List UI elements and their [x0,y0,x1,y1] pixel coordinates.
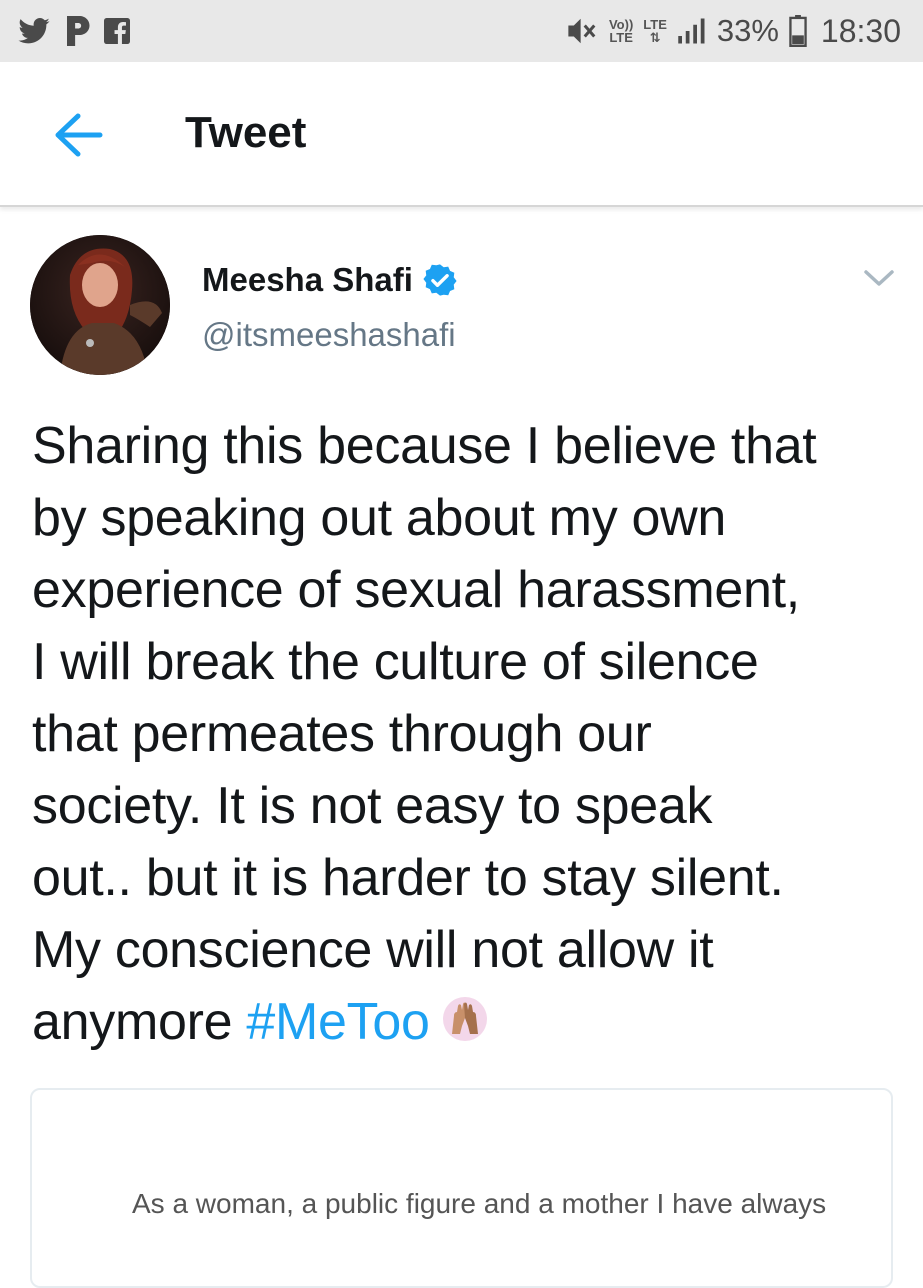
tweet-text-line: society. It is not easy to speak [32,777,713,835]
verified-badge-icon [423,264,457,296]
raised-hands-emoji-icon [442,997,487,1042]
hashtag-link[interactable]: #MeToo [246,993,430,1051]
notification-icons [18,16,130,46]
facebook-icon [104,18,130,44]
quote-snippet: As a woman, a public figure and a mother… [132,1188,827,1219]
volte-indicator: Vo)) LTE [608,17,634,45]
tweet-text-line: Sharing this because I believe that [32,417,817,475]
tweet-text-line: out.. but it is harder to stay silent. [32,849,784,907]
chevron-down-icon [864,270,894,286]
app-header: Tweet [0,62,923,207]
tweet-text-line: experience of sexual harassment, [32,561,800,619]
tweet: Meesha Shafi @itsmeeshashafi Sharing thi… [0,208,923,1288]
system-indicators: Vo)) LTE LTE ⇅ 33% 18:30 [565,13,901,50]
back-arrow-icon [55,113,103,157]
author-handle[interactable]: @itsmeeshashafi [202,316,456,354]
battery-percent: 33% [716,13,779,48]
tweet-text-line: My conscience will not allow it [32,921,714,979]
clock: 18:30 [820,12,901,49]
author-name[interactable]: Meesha Shafi [202,261,457,299]
tweet-text-line: by speaking out about my own [32,489,727,547]
twitter-icon [18,18,50,44]
tweet-text-line: that permeates through our [32,705,652,763]
battery-icon [789,15,807,47]
mute-icon [568,18,596,44]
author-name-text: Meesha Shafi [202,261,413,298]
pinterest-icon [67,16,90,46]
tweet-text-line: I will break the culture of silence [32,633,759,691]
quoted-content-card[interactable]: As a woman, a public figure and a mother… [30,1088,893,1288]
lte-indicator: LTE ⇅ [643,17,667,45]
tweet-menu-button[interactable] [862,266,896,290]
signal-icon [678,18,705,44]
back-button[interactable] [50,110,106,160]
tweet-text: Sharing this because I believe that by s… [32,410,902,1058]
page-title: Tweet [185,108,307,157]
profile-photo [30,235,170,375]
tweet-text-last-line: anymore #MeToo [32,986,902,1058]
tweet-text-segment: anymore [32,993,233,1051]
status-bar: Vo)) LTE LTE ⇅ 33% 18:30 [0,0,923,62]
avatar[interactable] [30,235,170,375]
